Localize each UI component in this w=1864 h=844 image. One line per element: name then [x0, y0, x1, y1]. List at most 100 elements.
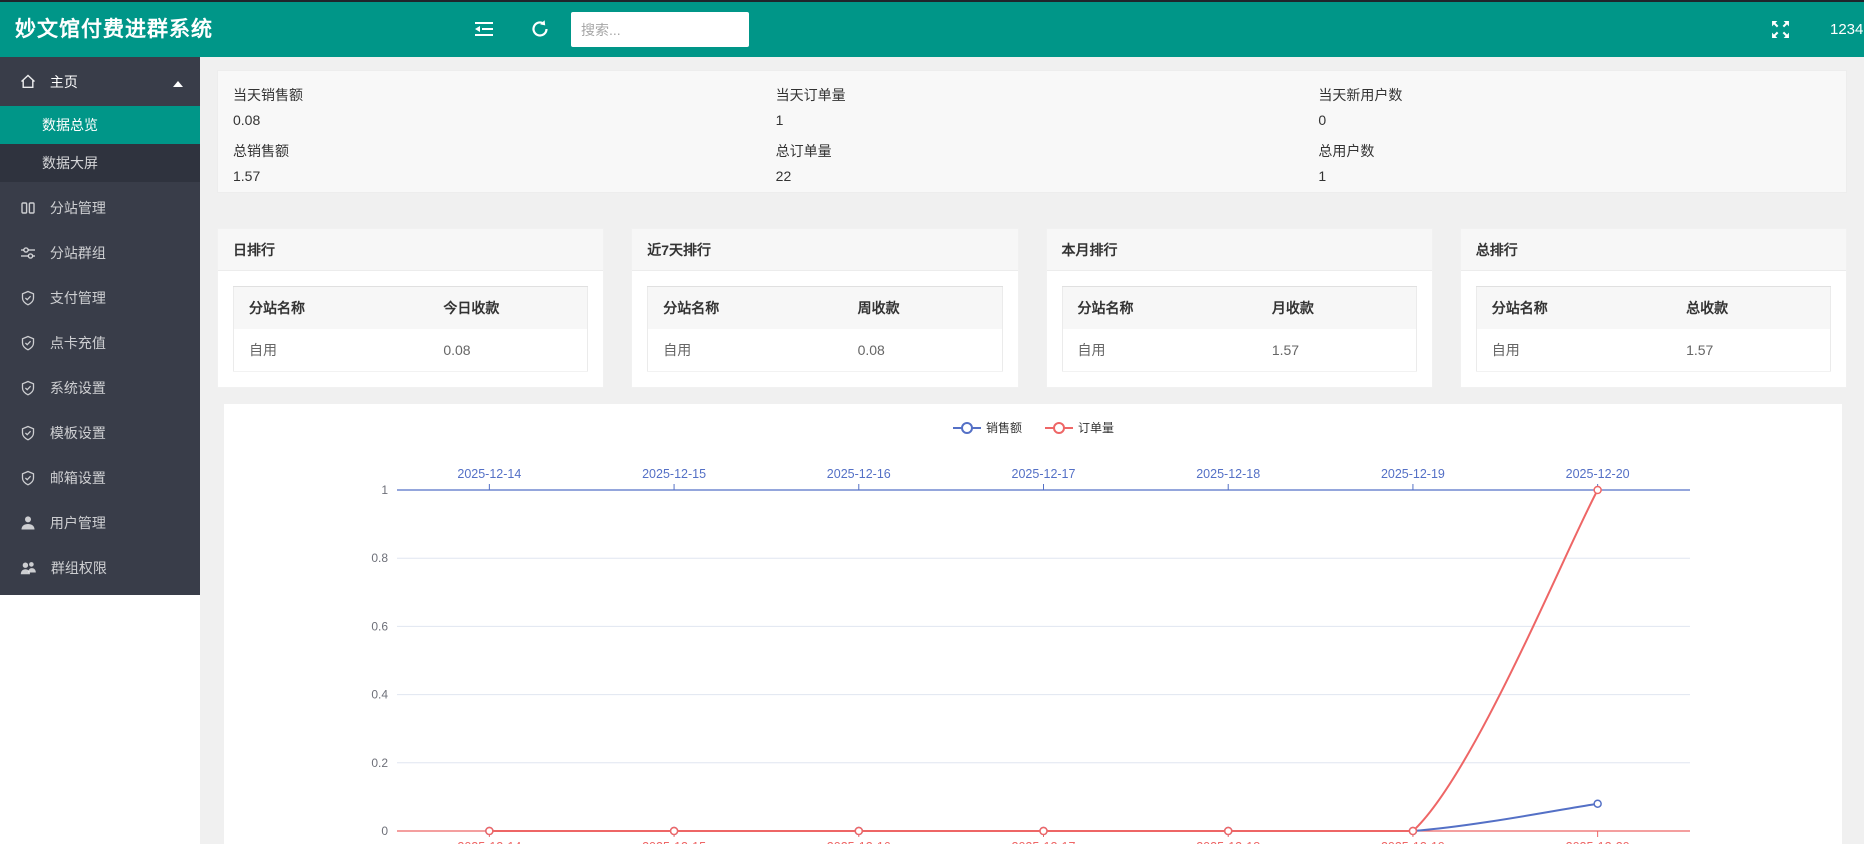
legend-label: 订单量: [1078, 419, 1114, 436]
rankings-row: 日排行 分站名称 今日收款 自用 0.08 近7天排行: [217, 228, 1847, 388]
main-content: 当天销售额 0.08 总销售额 1.57 当天订单量 1 总订单量 22 当天新…: [200, 57, 1864, 844]
svg-text:2025-12-17: 2025-12-17: [1012, 840, 1076, 844]
svg-text:2025-12-19: 2025-12-19: [1381, 840, 1445, 844]
svg-text:2025-12-18: 2025-12-18: [1196, 840, 1260, 844]
stat-label: 总销售额: [233, 141, 746, 161]
fullscreen-icon[interactable]: [1771, 20, 1791, 40]
collapse-menu-icon[interactable]: [474, 20, 494, 40]
rank-col-header: 分站名称: [648, 287, 843, 330]
sidebar-item-card-recharge[interactable]: 点卡充值: [0, 321, 200, 366]
sidebar-item-data-screen[interactable]: 数据大屏: [0, 144, 200, 182]
legend-label: 销售额: [986, 419, 1022, 436]
sidebar-item-system-settings[interactable]: 系统设置: [0, 366, 200, 411]
rank-card-title: 总排行: [1461, 229, 1846, 271]
stat-value: 0: [1318, 112, 1831, 128]
rank-cell-name: 自用: [234, 329, 429, 372]
columns-icon: [20, 203, 40, 219]
sidebar-item-data-overview[interactable]: 数据总览: [0, 106, 200, 144]
stats-panel: 当天销售额 0.08 总销售额 1.57 当天订单量 1 总订单量 22 当天新…: [217, 70, 1847, 193]
svg-text:2025-12-18: 2025-12-18: [1196, 467, 1260, 481]
rank-table: 分站名称 周收款 自用 0.08: [647, 286, 1002, 372]
rank-table: 分站名称 今日收款 自用 0.08: [233, 286, 588, 372]
rank-cell-value: 0.08: [428, 329, 587, 372]
rank-col-header: 分站名称: [1062, 287, 1257, 330]
rank-card-title: 本月排行: [1047, 229, 1432, 271]
table-row: 自用 0.08: [648, 329, 1002, 372]
shield-check-icon: [20, 293, 40, 309]
stat-value: 0.08: [233, 112, 746, 128]
stat-col-orders: 当天订单量 1 总订单量 22: [761, 71, 1304, 192]
users-icon: [20, 563, 41, 579]
rank-col-header: 分站名称: [234, 287, 429, 330]
sales-chart-card: 销售额 订单量 00.20.40.60.812025-12-142025-12-…: [224, 404, 1842, 844]
rank-col-header: 周收款: [843, 287, 1002, 330]
rank-card-total: 总排行 分站名称 总收款 自用 1.57: [1460, 228, 1847, 388]
stat-label: 总用户数: [1318, 141, 1831, 161]
rank-card-title: 近7天排行: [632, 229, 1017, 271]
svg-text:2025-12-15: 2025-12-15: [642, 840, 706, 844]
svg-text:2025-12-15: 2025-12-15: [642, 467, 706, 481]
table-row: 自用 1.57: [1062, 329, 1416, 372]
stat-label: 当天销售额: [233, 85, 746, 105]
stat-value: 1: [776, 112, 1289, 128]
stat-label: 总订单量: [776, 141, 1289, 161]
rank-table: 分站名称 月收款 自用 1.57: [1062, 286, 1417, 372]
stat-value: 22: [776, 168, 1289, 184]
refresh-icon[interactable]: [531, 20, 551, 40]
shield-check-icon: [20, 338, 40, 354]
svg-text:1: 1: [381, 483, 388, 497]
stat-value: 1: [1318, 168, 1831, 184]
svg-text:2025-12-19: 2025-12-19: [1381, 467, 1445, 481]
svg-text:2025-12-20: 2025-12-20: [1566, 840, 1630, 844]
rank-table: 分站名称 总收款 自用 1.57: [1476, 286, 1831, 372]
sidebar-item-substation-groups[interactable]: 分站群组: [0, 231, 200, 276]
rank-col-header: 今日收款: [428, 287, 587, 330]
stat-col-sales: 当天销售额 0.08 总销售额 1.57: [218, 71, 761, 192]
search-input[interactable]: [571, 12, 749, 47]
svg-text:0.4: 0.4: [371, 688, 388, 702]
table-row: 自用 1.57: [1476, 329, 1830, 372]
app-header: 妙文馆付费进群系统 12345: [0, 2, 1864, 57]
home-submenu: 数据总览 数据大屏: [0, 106, 200, 182]
sidebar-item-home[interactable]: 主页: [0, 58, 200, 106]
sidebar-menu-list: 分站管理 分站群组 支付管理: [0, 186, 200, 591]
sidebar: 主页 数据总览 数据大屏 分站管理: [0, 57, 200, 595]
sidebar-item-user-mgmt[interactable]: 用户管理: [0, 501, 200, 546]
legend-item-sales[interactable]: 销售额: [952, 419, 1022, 436]
home-icon: [20, 76, 40, 92]
stat-value: 1.57: [233, 168, 746, 184]
rank-card-monthly: 本月排行 分站名称 月收款 自用 1.57: [1046, 228, 1433, 388]
shield-check-icon: [20, 383, 40, 399]
rank-cell-value: 0.08: [843, 329, 1002, 372]
legend-item-orders[interactable]: 订单量: [1044, 419, 1114, 436]
sidebar-item-substation-mgmt[interactable]: 分站管理: [0, 186, 200, 231]
chart-legend: 销售额 订单量: [224, 419, 1842, 436]
rank-cell-value: 1.57: [1671, 329, 1830, 372]
rank-cell-name: 自用: [1062, 329, 1257, 372]
rank-card-daily: 日排行 分站名称 今日收款 自用 0.08: [217, 228, 604, 388]
sidebar-item-payment-mgmt[interactable]: 支付管理: [0, 276, 200, 321]
username-menu[interactable]: 12345: [1830, 2, 1864, 57]
rank-card-title: 日排行: [218, 229, 603, 271]
rank-col-header: 总收款: [1671, 287, 1830, 330]
sidebar-item-group-permissions[interactable]: 群组权限: [0, 546, 200, 591]
rank-cell-name: 自用: [1476, 329, 1671, 372]
sidebar-item-mailbox-settings[interactable]: 邮箱设置: [0, 456, 200, 501]
rank-card-weekly: 近7天排行 分站名称 周收款 自用 0.08: [631, 228, 1018, 388]
user-icon: [20, 518, 40, 534]
shield-check-icon: [20, 473, 40, 489]
sidebar-item-label: 主页: [50, 74, 78, 90]
shield-check-icon: [20, 428, 40, 444]
sidebar-item-template-settings[interactable]: 模板设置: [0, 411, 200, 456]
chevron-up-icon: [173, 58, 183, 106]
window-top-edge: [0, 0, 1864, 2]
stat-label: 当天订单量: [776, 85, 1289, 105]
svg-text:0.2: 0.2: [371, 756, 388, 770]
svg-text:2025-12-16: 2025-12-16: [827, 467, 891, 481]
svg-text:2025-12-14: 2025-12-14: [457, 467, 521, 481]
table-row: 自用 0.08: [234, 329, 588, 372]
line-chart: 00.20.40.60.812025-12-142025-12-152025-1…: [224, 404, 1842, 844]
svg-text:0.8: 0.8: [371, 551, 388, 565]
svg-text:0: 0: [381, 824, 388, 838]
svg-text:2025-12-16: 2025-12-16: [827, 840, 891, 844]
